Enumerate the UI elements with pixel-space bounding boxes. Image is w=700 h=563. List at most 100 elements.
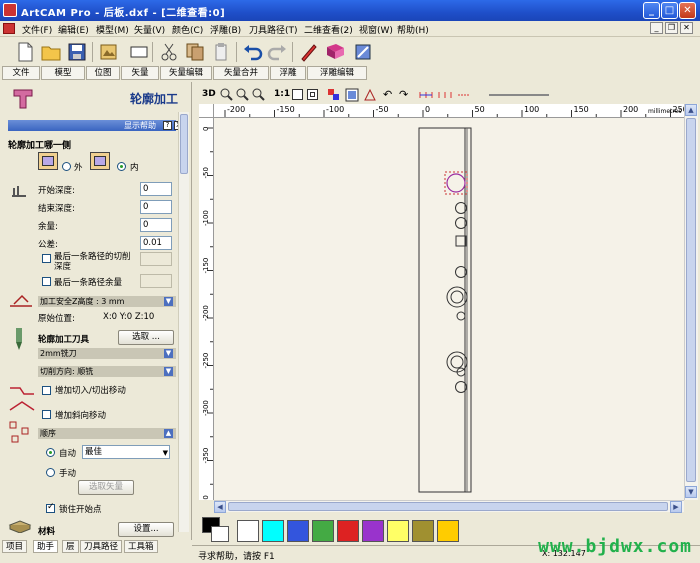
- doc-icon[interactable]: [3, 23, 15, 34]
- menu-color[interactable]: 颜色(C): [168, 22, 207, 37]
- color-swatch-cyan[interactable]: [262, 520, 284, 542]
- menu-file[interactable]: 文件(F): [18, 22, 56, 37]
- inside-radio[interactable]: [117, 162, 126, 171]
- tab-vector-merge[interactable]: 矢量合并: [213, 66, 269, 80]
- scroll-down-icon[interactable]: ▼: [685, 486, 697, 498]
- tool-expand-icon[interactable]: ▼: [164, 349, 173, 358]
- auto-order-select[interactable]: 最佳 ▼: [82, 445, 170, 459]
- menu-model[interactable]: 模型(M): [92, 22, 133, 37]
- safe-z-bar[interactable]: 加工安全Z高度 : 3 mm: [38, 296, 176, 307]
- drawing-area[interactable]: [214, 118, 684, 500]
- vertical-scroll-thumb[interactable]: [686, 118, 696, 482]
- tab-toolbox[interactable]: 工具箱: [124, 540, 158, 553]
- secondary-color-swatch[interactable]: [211, 526, 229, 542]
- zoom-slider[interactable]: [489, 94, 549, 96]
- undo-view-icon[interactable]: ↶: [383, 88, 395, 102]
- maximize-button[interactable]: □: [661, 2, 678, 19]
- vertical-scrollbar[interactable]: ▲ ▼: [684, 104, 698, 500]
- ramp-checkbox[interactable]: [42, 410, 51, 419]
- large-hole-inner[interactable]: [450, 355, 464, 369]
- book-icon[interactable]: [324, 41, 346, 63]
- color-swatch-olive[interactable]: [412, 520, 434, 542]
- mdi-close-button[interactable]: ✕: [680, 22, 693, 34]
- layer-icon[interactable]: [327, 88, 341, 102]
- color-swatch-green[interactable]: [312, 520, 334, 542]
- zoom-previous-icon[interactable]: [252, 88, 265, 101]
- zoom-fit-icon[interactable]: [292, 89, 303, 100]
- lead-in-checkbox[interactable]: [42, 386, 51, 395]
- menu-edit[interactable]: 编辑(E): [54, 22, 93, 37]
- cut-direction-bar[interactable]: 切削方向: 顺铣: [38, 366, 176, 377]
- large-hole[interactable]: [446, 286, 468, 308]
- color-swatch-yellow[interactable]: [387, 520, 409, 542]
- app-icon[interactable]: [3, 3, 17, 17]
- tab-relief[interactable]: 浮雕: [270, 66, 306, 80]
- redo-icon[interactable]: [266, 41, 288, 63]
- allowance-field[interactable]: 0: [140, 218, 172, 232]
- start-depth-field[interactable]: 0: [140, 182, 172, 196]
- minimize-button[interactable]: _: [643, 2, 660, 19]
- order-bar[interactable]: 顺序: [38, 428, 176, 439]
- paste-icon[interactable]: [210, 41, 232, 63]
- safe-z-expand-icon[interactable]: ▼: [164, 297, 173, 306]
- last-pass-depth-checkbox[interactable]: [42, 254, 51, 263]
- menu-vector[interactable]: 矢量(V): [130, 22, 169, 37]
- wizard-icon[interactable]: [352, 41, 374, 63]
- horizontal-scroll-thumb[interactable]: [228, 502, 668, 511]
- last-pass-allowance-checkbox[interactable]: [42, 277, 51, 286]
- zoom-box-icon[interactable]: [307, 89, 318, 100]
- selection-box[interactable]: [444, 171, 468, 195]
- large-hole-inner[interactable]: [450, 290, 464, 304]
- save-icon[interactable]: [66, 41, 88, 63]
- cut-icon[interactable]: [158, 41, 180, 63]
- help-bar[interactable]: 显示帮助: [8, 120, 176, 131]
- cut-direction-expand-icon[interactable]: ▼: [164, 367, 173, 376]
- redo-view-icon[interactable]: ↷: [399, 88, 411, 102]
- selected-hole[interactable]: [446, 173, 466, 193]
- zoom-1-1-button[interactable]: 1:1: [274, 89, 290, 99]
- mdi-minimize-button[interactable]: _: [650, 22, 663, 34]
- hole[interactable]: [456, 311, 466, 321]
- tolerance-field[interactable]: 0.01: [140, 236, 172, 250]
- color-swatch-red[interactable]: [337, 520, 359, 542]
- design-canvas[interactable]: [214, 118, 684, 500]
- bitmap-toggle-icon[interactable]: [345, 88, 359, 102]
- scroll-right-icon[interactable]: ▶: [670, 501, 682, 513]
- rectangle-icon[interactable]: [128, 41, 150, 63]
- zoom-out-icon[interactable]: [236, 88, 249, 101]
- horizontal-scrollbar[interactable]: ◀ ▶: [214, 500, 684, 513]
- tab-toolpaths[interactable]: 刀具路径: [80, 540, 123, 553]
- menu-2d-view[interactable]: 二维查看(2): [300, 22, 357, 37]
- tab-layers[interactable]: 层: [62, 540, 79, 553]
- new-file-icon[interactable]: [14, 41, 36, 63]
- menu-relief[interactable]: 浮雕(B): [206, 22, 245, 37]
- color-swatch-blue[interactable]: [287, 520, 309, 542]
- tab-assistant[interactable]: 助手: [33, 540, 59, 553]
- select-tool-button[interactable]: 选取 ...: [118, 330, 174, 345]
- menu-toolpath[interactable]: 刀具路径(T): [245, 22, 302, 37]
- scroll-left-icon[interactable]: ◀: [214, 501, 226, 513]
- tab-project[interactable]: 项目: [2, 540, 28, 553]
- scroll-up-icon[interactable]: ▲: [685, 104, 697, 116]
- tool-name-bar[interactable]: 2mm铣刀: [38, 348, 176, 359]
- material-setup-button[interactable]: 设置...: [118, 522, 174, 537]
- vector-toggle-icon[interactable]: [363, 88, 377, 102]
- guidelines-icon[interactable]: [457, 91, 471, 99]
- 3d-view-button[interactable]: 3D: [202, 89, 216, 99]
- tab-bitmap[interactable]: 位图: [86, 66, 120, 80]
- edit-vector-icon[interactable]: [298, 41, 320, 63]
- menu-help[interactable]: 帮助(H): [393, 22, 433, 37]
- color-swatch-white[interactable]: [237, 520, 259, 542]
- tab-model[interactable]: 模型: [41, 66, 85, 80]
- close-button[interactable]: ✕: [679, 2, 696, 19]
- relief-icon[interactable]: [98, 41, 120, 63]
- zoom-in-icon[interactable]: [220, 88, 233, 101]
- auto-order-radio[interactable]: [46, 448, 55, 457]
- outside-radio[interactable]: [62, 162, 71, 171]
- menu-window[interactable]: 视窗(W): [355, 22, 397, 37]
- tab-vector[interactable]: 矢量: [121, 66, 159, 80]
- manual-order-radio[interactable]: [46, 468, 55, 477]
- inside-side-icon[interactable]: [90, 152, 110, 170]
- snap-object-icon[interactable]: [438, 91, 452, 99]
- tab-file[interactable]: 文件: [2, 66, 40, 80]
